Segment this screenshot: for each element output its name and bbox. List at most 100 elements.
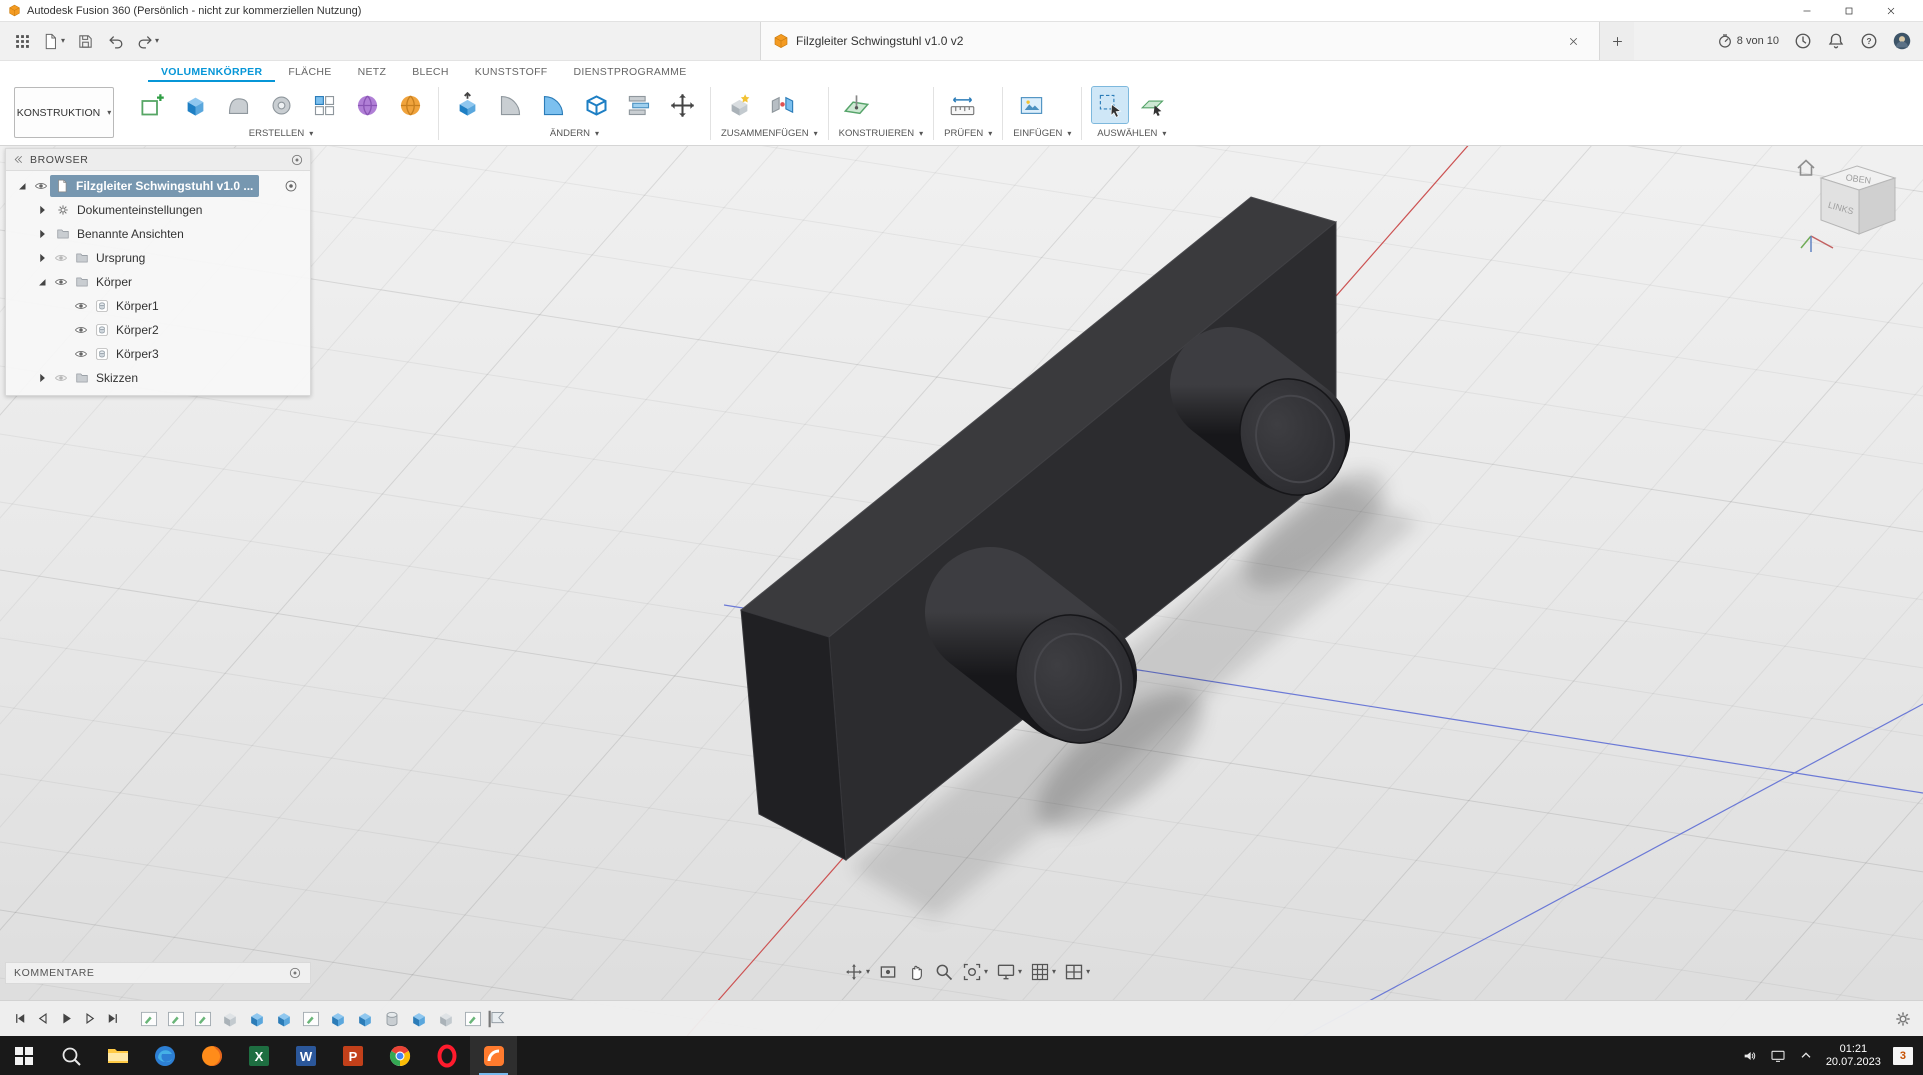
panel-toggle-icon[interactable]	[288, 966, 302, 980]
help-icon[interactable]: ?	[1860, 32, 1878, 50]
avatar[interactable]	[1893, 32, 1911, 50]
viewcube[interactable]: OBEN LINKS	[1795, 156, 1915, 260]
timeline-feature-sketch-13[interactable]	[462, 1008, 484, 1030]
revolve-button[interactable]	[263, 87, 299, 123]
play-button[interactable]	[56, 1009, 76, 1029]
nav-zoom-button[interactable]	[934, 962, 954, 982]
tray-up-icon[interactable]	[1798, 1048, 1814, 1064]
window-select-button[interactable]	[1135, 87, 1171, 123]
timeline-feature-sketch-3[interactable]	[192, 1008, 214, 1030]
viewports-button[interactable]: ▾	[1064, 962, 1090, 982]
eye-icon[interactable]	[71, 321, 90, 339]
timeline-feature-cylinder-10[interactable]	[381, 1008, 403, 1030]
taskbar-clock[interactable]: 01:21 20.07.2023	[1826, 1043, 1881, 1069]
ribbon-group-dropdown-pr-fen[interactable]: PRÜFEN▾	[944, 125, 992, 143]
browser-item-dokumenteinstellungen[interactable]: Dokumenteinstellungen	[6, 198, 310, 222]
ribbon-tab-volumenk-rper[interactable]: VOLUMENKÖRPER	[148, 63, 275, 82]
ribbon-group-dropdown-zusammenf-gen[interactable]: ZUSAMMENFÜGEN▾	[721, 125, 818, 143]
tray-display-icon[interactable]	[1770, 1048, 1786, 1064]
timeline-feature-extrude-6[interactable]	[273, 1008, 295, 1030]
browser-item-benannte-ansichten[interactable]: Benannte Ansichten	[6, 222, 310, 246]
caret-collapsed-icon[interactable]	[32, 249, 51, 267]
minimize-button[interactable]	[1789, 0, 1831, 21]
step-forward-button[interactable]	[79, 1009, 99, 1029]
taskbar-explorer-button[interactable]	[94, 1036, 141, 1075]
grid-settings-button[interactable]: ▾	[1030, 962, 1056, 982]
nav-pan-button[interactable]	[906, 962, 926, 982]
taskbar-start-button[interactable]	[0, 1036, 47, 1075]
skip-end-button[interactable]	[102, 1009, 122, 1029]
timeline-feature-extrude-8[interactable]	[327, 1008, 349, 1030]
create-sketch-button[interactable]	[134, 87, 170, 123]
file-menu-button[interactable]: ▾	[39, 26, 68, 56]
eye-off-icon[interactable]	[51, 249, 70, 267]
timeline-feature-sketch-7[interactable]	[300, 1008, 322, 1030]
activate-component-icon[interactable]	[281, 177, 300, 195]
tray-volume-icon[interactable]	[1742, 1048, 1758, 1064]
taskbar-edge-button[interactable]	[141, 1036, 188, 1075]
maximize-button[interactable]	[1831, 0, 1873, 21]
joint-button[interactable]	[764, 87, 800, 123]
mesh-button[interactable]	[392, 87, 428, 123]
collapse-panel-icon[interactable]	[12, 153, 25, 166]
press-pull-button[interactable]	[449, 87, 485, 123]
taskbar-firefox-button[interactable]	[188, 1036, 235, 1075]
caret-expanded-icon[interactable]	[12, 177, 31, 195]
ribbon-group-dropdown-erstellen[interactable]: ERSTELLEN▾	[134, 125, 428, 143]
shell-button[interactable]	[578, 87, 614, 123]
display-settings-button[interactable]: ▾	[996, 962, 1022, 982]
new-tab-button[interactable]	[1600, 22, 1634, 60]
save-button[interactable]	[71, 26, 99, 56]
caret-expanded-icon[interactable]	[32, 273, 51, 291]
browser-item-k-rper[interactable]: Körper	[6, 270, 310, 294]
construction-dropdown[interactable]: KONSTRUKTION ▾	[14, 87, 114, 138]
ribbon-group-dropdown-einf-gen[interactable]: EINFÜGEN▾	[1013, 125, 1071, 143]
timeline-settings-icon[interactable]	[1893, 1009, 1913, 1029]
viewcube-cube[interactable]: OBEN LINKS	[1821, 166, 1895, 234]
browser-item-filzgleiter-schwingstuhl-v1-0[interactable]: Filzgleiter Schwingstuhl v1.0 ...	[6, 174, 310, 198]
nav-fit-button[interactable]: ▾	[962, 962, 988, 982]
redo-button[interactable]: ▾	[133, 26, 162, 56]
step-back-button[interactable]	[33, 1009, 53, 1029]
app-grid-button[interactable]	[8, 26, 36, 56]
clock-icon[interactable]	[1794, 32, 1812, 50]
nav-move-button[interactable]: ▾	[844, 962, 870, 982]
eye-icon[interactable]	[71, 345, 90, 363]
eye-icon[interactable]	[51, 273, 70, 291]
construction-plane-button[interactable]	[839, 87, 875, 123]
close-tab-button[interactable]	[1559, 31, 1587, 51]
eye-off-icon[interactable]	[51, 369, 70, 387]
select-button[interactable]	[1092, 87, 1128, 123]
extrude-button[interactable]	[177, 87, 213, 123]
eye-icon[interactable]	[71, 297, 90, 315]
taskbar-chrome-button[interactable]	[376, 1036, 423, 1075]
timeline-feature-sketch-1[interactable]	[138, 1008, 160, 1030]
form-button[interactable]	[349, 87, 385, 123]
timeline-feature-extrude-11[interactable]	[408, 1008, 430, 1030]
ribbon-tab-blech[interactable]: BLECH	[399, 63, 462, 82]
canvas-button[interactable]	[1013, 87, 1049, 123]
ribbon-tab-kunststoff[interactable]: KUNSTSTOFF	[462, 63, 561, 82]
chamfer-button[interactable]	[535, 87, 571, 123]
ribbon-group-dropdown-konstruieren[interactable]: KONSTRUIEREN▾	[839, 125, 924, 143]
timeline-feature-extrude-9[interactable]	[354, 1008, 376, 1030]
taskbar-word-button[interactable]: W	[282, 1036, 329, 1075]
move-button[interactable]	[664, 87, 700, 123]
caret-collapsed-icon[interactable]	[32, 369, 51, 387]
document-tab[interactable]: Filzgleiter Schwingstuhl v1.0 v2	[760, 22, 1600, 60]
browser-item-k-rper2[interactable]: Körper2	[6, 318, 310, 342]
new-component-button[interactable]	[721, 87, 757, 123]
ribbon-tab-dienstprogramme[interactable]: DIENSTPROGRAMME	[561, 63, 700, 82]
close-window-button[interactable]	[1873, 0, 1915, 21]
measure-button[interactable]	[944, 87, 980, 123]
ribbon-group-dropdown-ndern[interactable]: ÄNDERN▾	[449, 125, 700, 143]
taskbar-excel-button[interactable]: X	[235, 1036, 282, 1075]
panel-toggle-icon[interactable]	[290, 153, 304, 167]
offset-button[interactable]	[621, 87, 657, 123]
fillet-button[interactable]	[492, 87, 528, 123]
ribbon-group-dropdown-ausw-hlen[interactable]: AUSWÄHLEN▾	[1092, 125, 1171, 143]
bell-icon[interactable]	[1827, 32, 1845, 50]
taskbar-taskbar-search-button[interactable]	[47, 1036, 94, 1075]
home-icon[interactable]	[1798, 161, 1814, 176]
taskbar-powerpoint-button[interactable]: P	[329, 1036, 376, 1075]
